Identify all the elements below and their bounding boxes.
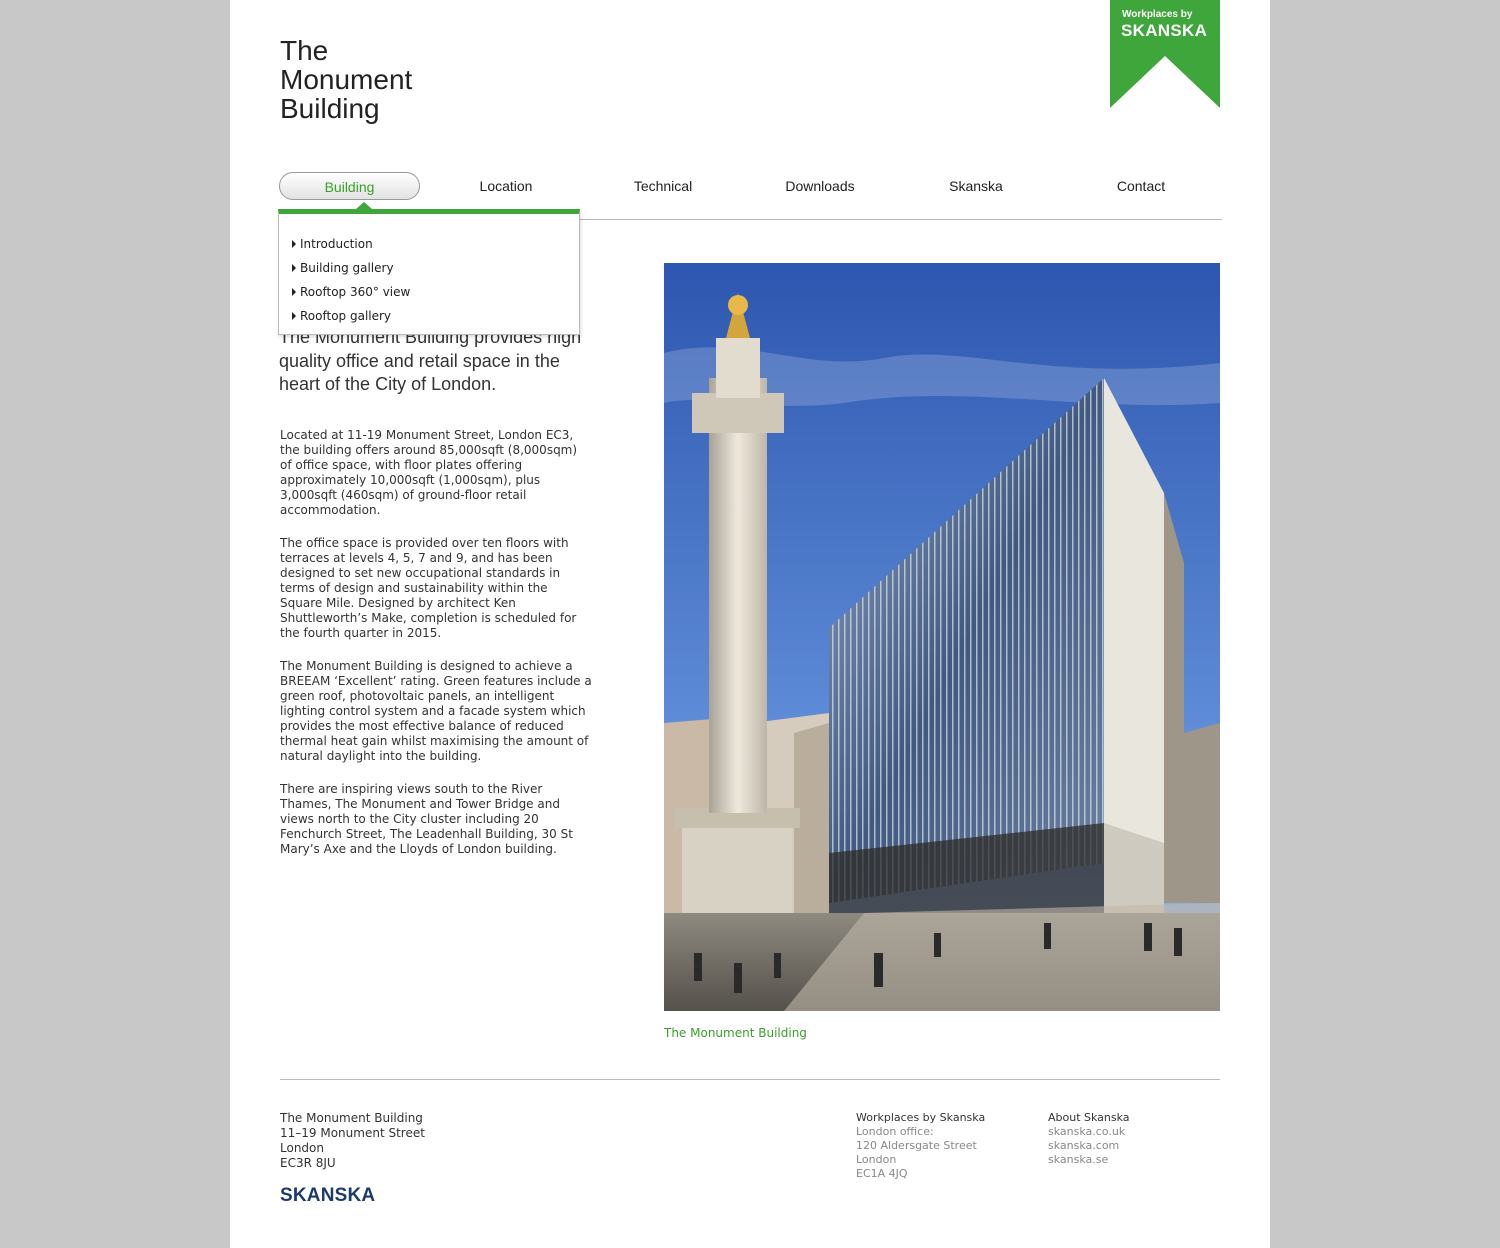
triangle-right-icon [292, 240, 296, 248]
badge-wordmark: SKANSKA [1121, 21, 1208, 40]
submenu-item-building-gallery[interactable]: Building gallery [279, 256, 579, 280]
nav-building[interactable]: Building [279, 172, 420, 200]
office-line: EC1A 4JQ [856, 1167, 908, 1180]
building-photo[interactable] [664, 263, 1220, 1011]
link-skanska-com[interactable]: skanska.com [1048, 1139, 1130, 1153]
nav-technical[interactable]: Technical [613, 172, 713, 200]
address-line: EC3R 8JU [280, 1156, 336, 1170]
nav-location[interactable]: Location [456, 172, 556, 200]
address-line: The Monument Building [280, 1111, 423, 1125]
intro-text: The Monument Building provides high qual… [279, 327, 582, 394]
submenu-label: Building gallery [300, 261, 394, 275]
footer-about-heading: About Skanska [1048, 1111, 1130, 1124]
site-title-line: Monument [280, 64, 413, 95]
site-title-line: The [280, 35, 329, 66]
address-line: 11–19 Monument Street [280, 1126, 425, 1140]
link-skanska-co-uk[interactable]: skanska.co.uk [1048, 1125, 1130, 1139]
footer-workplaces-heading: Workplaces by Skanska [856, 1111, 986, 1124]
site-title-line: Building [280, 93, 380, 124]
submenu-item-rooftop-360[interactable]: Rooftop 360° view [279, 280, 579, 304]
skanska-badge-logo[interactable]: Workplaces by SKANSKA [1110, 0, 1220, 108]
body-paragraph: Located at 11-19 Monument Street, London… [280, 428, 578, 517]
footer-about: About Skanska skanska.co.uk skanska.com … [1048, 1111, 1130, 1167]
building-submenu: Introduction Building gallery Rooftop 36… [278, 202, 580, 335]
submenu-label: Introduction [300, 237, 373, 251]
photo-caption: The Monument Building [664, 1026, 807, 1040]
nav-skanska[interactable]: Skanska [926, 172, 1026, 200]
submenu-list: Introduction Building gallery Rooftop 36… [279, 214, 579, 328]
address-line: London [280, 1141, 324, 1155]
footer-address: The Monument Building 11–19 Monument Str… [280, 1111, 425, 1171]
nav-downloads[interactable]: Downloads [770, 172, 870, 200]
skanska-footer-logo[interactable]: SKANSKA [280, 1185, 375, 1207]
building-photo-illustration [664, 263, 1220, 1011]
footer-workplaces: Workplaces by Skanska London office: 120… [856, 1111, 985, 1181]
link-skanska-se[interactable]: skanska.se [1048, 1153, 1130, 1167]
triangle-right-icon [292, 264, 296, 272]
office-line: London [856, 1153, 897, 1166]
site-title[interactable]: The Monument Building [280, 36, 412, 123]
badge-caption: Workplaces by [1122, 9, 1193, 20]
caret-up-icon [356, 202, 372, 209]
triangle-right-icon [292, 312, 296, 320]
submenu-label: Rooftop 360° view [300, 285, 411, 299]
office-line: 120 Aldersgate Street [856, 1139, 977, 1152]
submenu-item-rooftop-gallery[interactable]: Rooftop gallery [279, 304, 579, 328]
submenu-item-introduction[interactable]: Introduction [279, 232, 579, 256]
submenu-label: Rooftop gallery [300, 309, 392, 323]
body-paragraph: The office space is provided over ten fl… [280, 536, 577, 640]
footer-divider [280, 1079, 1220, 1080]
body-copy: Located at 11-19 Monument Street, London… [280, 428, 592, 875]
nav-contact[interactable]: Contact [1091, 172, 1191, 200]
page: The Monument Building Workplaces by SKAN… [230, 0, 1270, 1248]
body-paragraph: There are inspiring views south to the R… [280, 782, 573, 856]
body-paragraph: The Monument Building is designed to ach… [280, 659, 592, 763]
office-line: London office: [856, 1125, 934, 1138]
triangle-right-icon [292, 288, 296, 296]
